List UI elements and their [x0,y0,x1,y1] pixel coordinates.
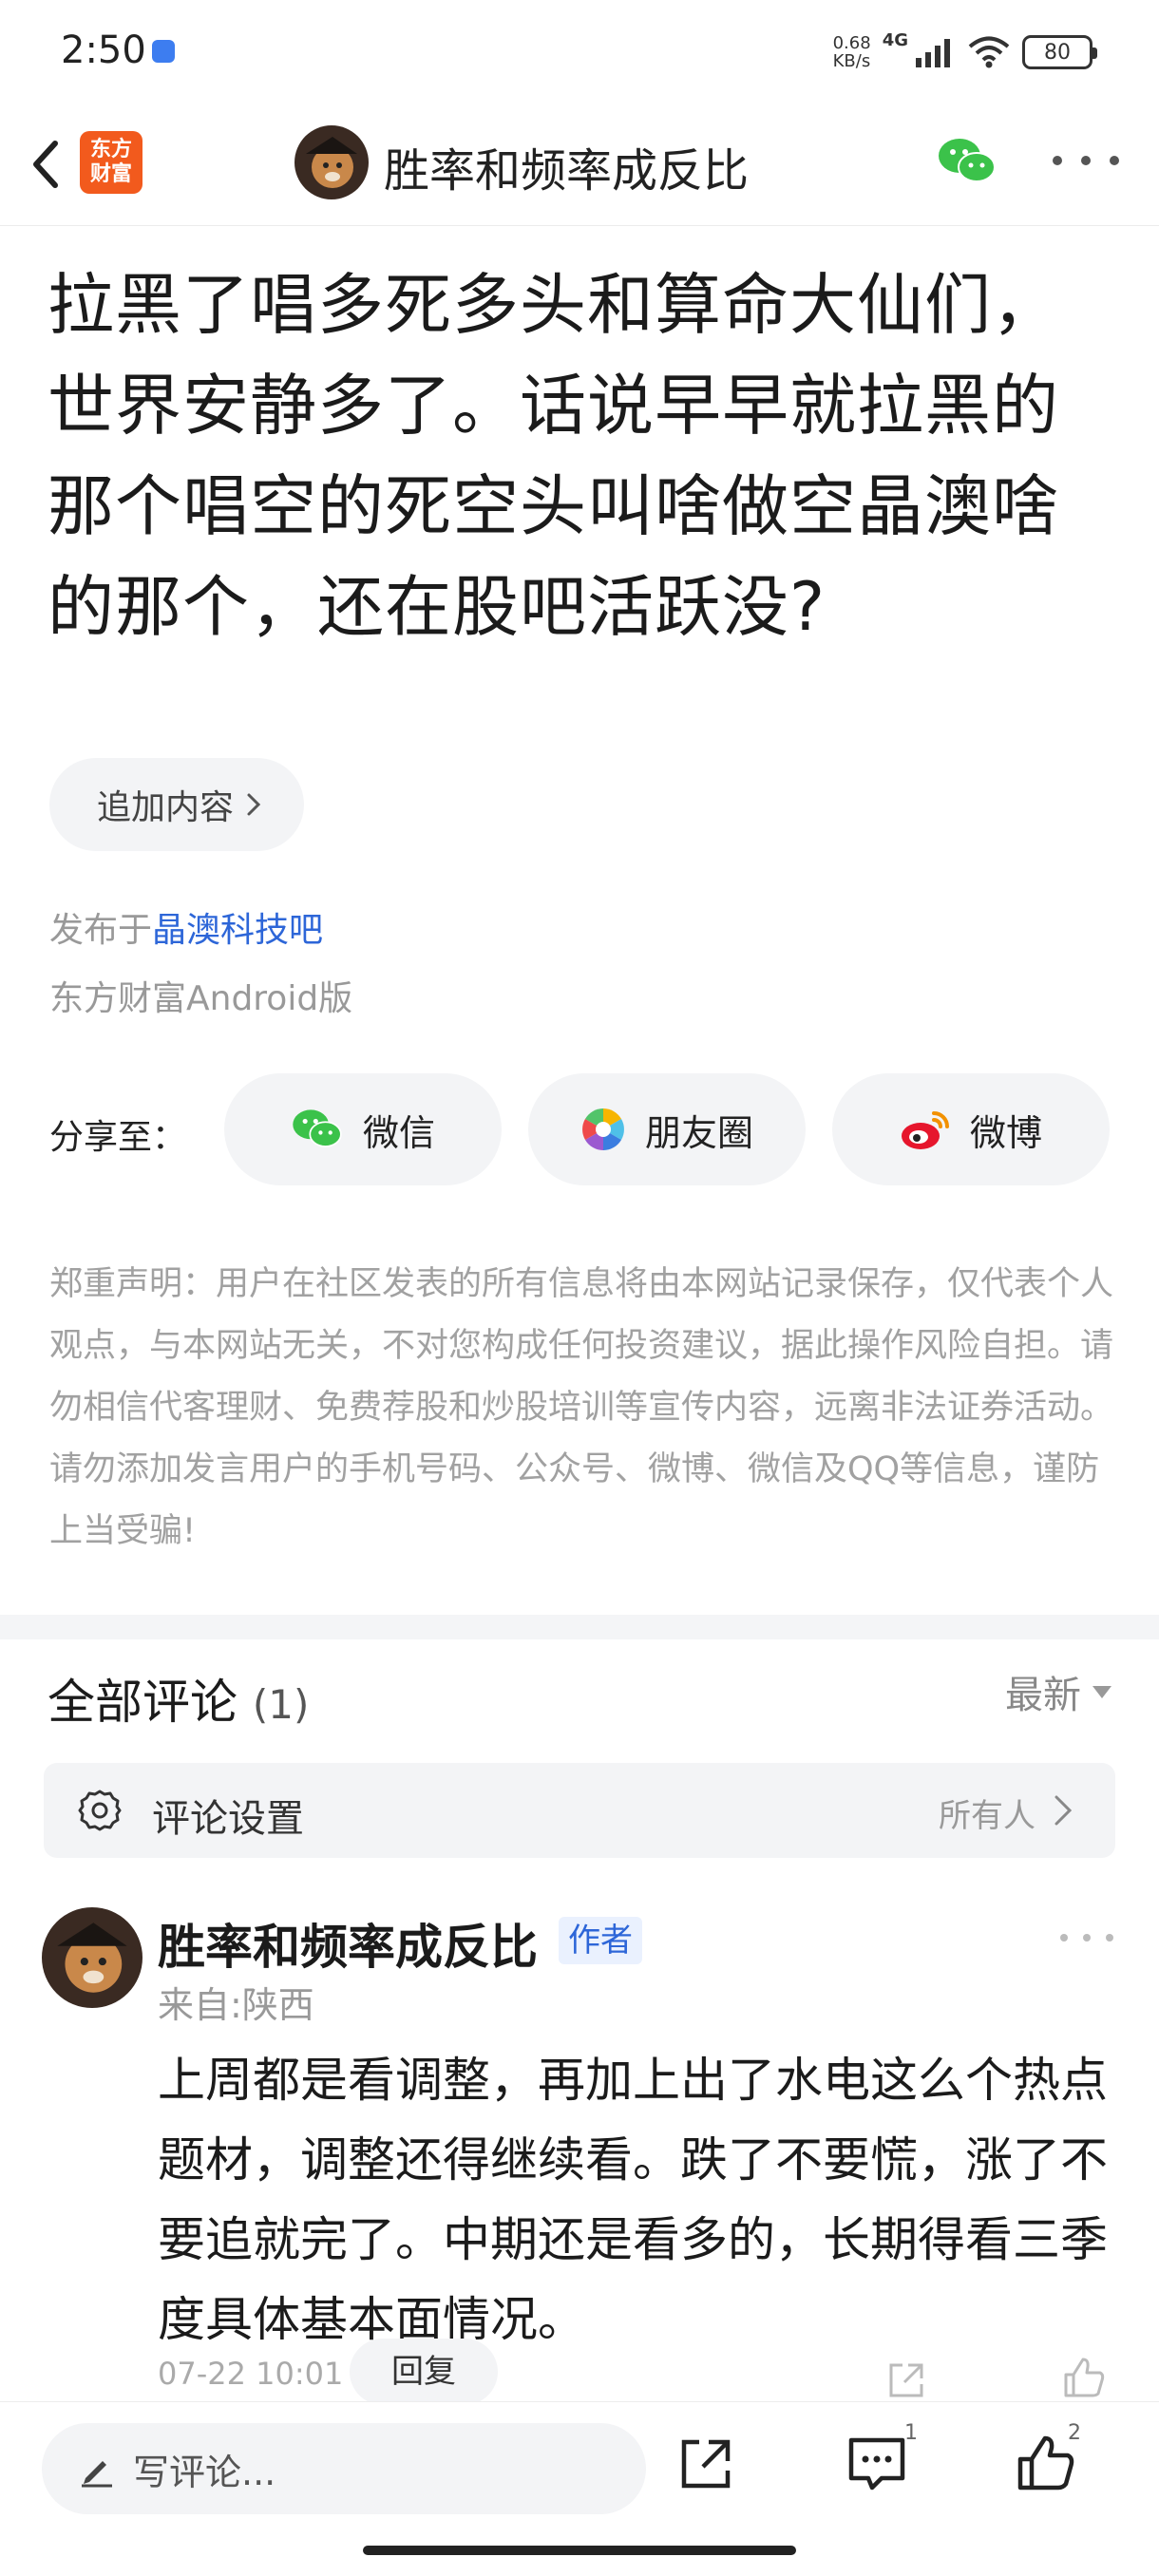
battery-indicator: 80 [1022,35,1097,69]
published-prefix: 发布于 [49,911,153,950]
share-weibo-button[interactable]: 微博 [832,1073,1110,1185]
share-icon[interactable] [673,2431,739,2497]
share-wechat-label: 微信 [362,1111,435,1154]
section-divider [0,1615,1159,1639]
back-button[interactable] [17,131,74,198]
share-moments-label: 朋友圈 [644,1111,753,1154]
chevron-right-icon [1054,1795,1073,1826]
dot-icon [1053,156,1062,165]
dot-icon [1081,156,1091,165]
page-title: 胜率和频率成反比 [384,144,750,198]
pencil-icon [82,2461,112,2488]
comment-icon[interactable] [844,2431,910,2497]
comment-settings-value: 所有人 [939,1797,1036,1835]
append-content-label: 追加内容 [97,788,235,827]
avatar-image-icon [294,125,369,199]
comment-settings-label: 评论设置 [152,1797,304,1841]
network-type: 4G [882,30,908,50]
write-comment-input[interactable]: 写评论... [42,2423,646,2514]
share-wechat-button[interactable]: 微信 [224,1073,502,1185]
comments-count: (1) [252,1681,310,1728]
published-in: 发布于晶澳科技吧 [49,902,323,952]
moments-icon [582,1108,624,1150]
signal-icon [916,39,950,67]
append-content-button[interactable]: 追加内容 [49,758,305,851]
chevron-left-icon [33,141,58,188]
wechat-share-button[interactable] [937,133,998,190]
comment-more-button[interactable] [1060,1928,1113,1947]
post-platform: 东方财富Android版 [49,979,353,1018]
wifi-icon [968,36,1010,68]
comments-title-label: 全部评论 [48,1675,238,1730]
status-indicators: 0.68 KB/s 4G 80 [832,28,1097,76]
comment-settings-row[interactable]: 评论设置 所有人 [44,1763,1115,1858]
wechat-icon [939,139,996,182]
share-icon[interactable] [884,2358,929,2403]
gear-icon [78,1790,122,1831]
top-navigation: 东方财富 胜率和频率成反比 [0,104,1159,226]
sort-label: 最新 [1005,1674,1081,1717]
weibo-icon [901,1111,949,1149]
status-bar: 2:50 0.68 KB/s 4G 80 [0,0,1159,104]
more-options-button[interactable] [1053,146,1119,175]
comments-title: 全部评论 (1) [48,1664,309,1733]
caret-down-icon [1092,1685,1112,1698]
comment-time: 07-22 10:01 [158,2356,344,2392]
sort-dropdown[interactable]: 最新 [1005,1664,1112,1719]
share-label: 分享至： [49,1118,187,1157]
comment-count: 1 [904,2421,918,2445]
notification-app-icon [152,40,175,63]
share-row: 分享至： 微信 朋友圈 微博 [49,1073,1123,1185]
dot-icon [1106,1934,1113,1941]
author-avatar[interactable] [294,125,369,199]
comment-item: 胜率和频率成反比 作者 来自:陕西 上周都是看调整，再加上出了水电这么个热点题材… [0,1900,1159,2405]
share-weibo-label: 微博 [969,1111,1042,1154]
home-indicator[interactable] [363,2546,796,2555]
commenter-name[interactable]: 胜率和频率成反比 [158,1909,538,1978]
bar-link[interactable]: 晶澳科技吧 [152,911,323,950]
dot-icon [1110,156,1119,165]
chevron-right-icon [247,793,261,816]
status-time: 2:50 [61,28,146,72]
author-badge: 作者 [559,1917,642,1964]
thumbs-up-icon[interactable] [1060,2354,1108,2401]
disclaimer-text: 郑重声明：用户在社区发表的所有信息将由本网站记录保存，仅代表个人观点，与本网站无… [49,1265,1114,1550]
commenter-avatar[interactable] [42,1907,142,2008]
dot-icon [1060,1934,1068,1941]
avatar-image-icon [42,1907,142,2008]
reply-button[interactable]: 回复 [350,2339,498,2405]
commenter-location: 来自:陕西 [158,1984,314,2026]
network-speed: 0.68 KB/s [832,33,871,71]
brand-logo[interactable]: 东方财富 [80,131,142,194]
comment-text: 上周都是看调整，再加上出了水电这么个热点题材，调整还得继续看。跌了不要慌，涨了不… [158,2053,1108,2347]
write-comment-placeholder: 写评论... [133,2451,276,2493]
share-moments-button[interactable]: 朋友圈 [528,1073,806,1185]
like-count: 2 [1068,2421,1081,2445]
wechat-icon [293,1109,342,1147]
dot-icon [1083,1934,1091,1941]
post-title: 拉黑了唱多死多头和算命大仙们，世界安静多了。话说早早就拉黑的那个唱空的死空头叫啥… [48,266,1059,646]
